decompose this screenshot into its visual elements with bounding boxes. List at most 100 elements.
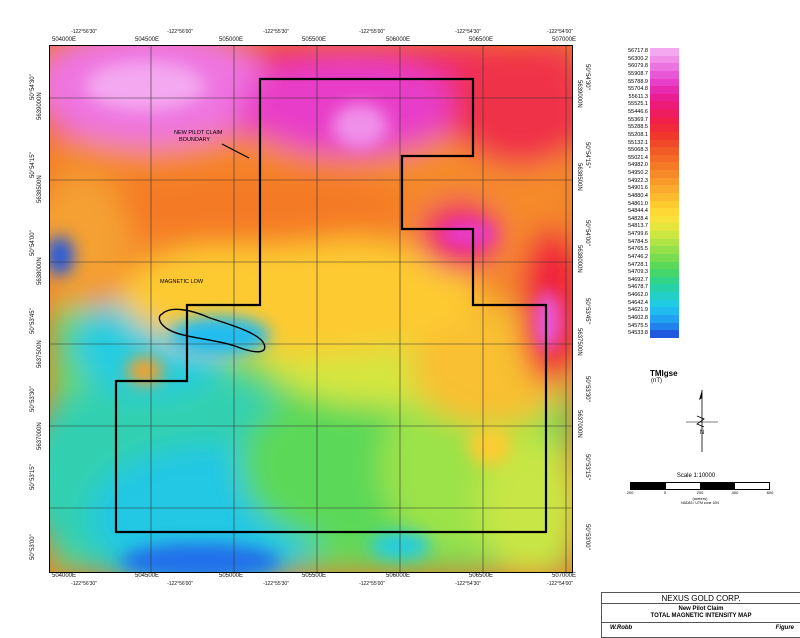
legend-swatch <box>650 63 679 71</box>
legend-label: 55704.8 <box>628 86 648 93</box>
legend-label: 54922.3 <box>628 177 648 184</box>
longitude-label: -122°54'00" <box>547 29 573 35</box>
legend-label: 54642.4 <box>628 299 648 306</box>
legend-item: 54901.6 <box>619 185 679 193</box>
north-label: N <box>700 430 704 436</box>
legend-swatch <box>650 116 679 125</box>
legend-label: 55068.3 <box>628 147 648 154</box>
legend-swatch <box>650 192 679 201</box>
legend-swatch <box>650 246 679 254</box>
legend-label: 54602.8 <box>628 314 648 321</box>
easting-label: 506500E <box>468 37 494 43</box>
legend-item: 54982.0 <box>619 162 679 170</box>
legend-label: 54982.0 <box>628 162 648 169</box>
latitude-label: 50°53'00" <box>30 534 36 560</box>
map-title: TOTAL MAGNETIC INTENSITY MAP <box>650 613 752 619</box>
northing-label: 5637500N <box>37 340 43 368</box>
north-arrow-icon: N <box>682 386 722 456</box>
latitude-label: 50°54'00" <box>30 230 36 256</box>
legend-label: 55446.6 <box>628 109 648 115</box>
legend-label: 54828.4 <box>628 215 648 222</box>
legend-label: 54533.8 <box>628 330 648 337</box>
legend-label: 54621.9 <box>628 307 648 314</box>
latitude-label: 50°54'30" <box>30 74 36 100</box>
longitude-label: -122°55'00" <box>359 29 385 35</box>
northing-label: 5639000N <box>37 92 43 120</box>
easting-label: 504000E <box>51 573 77 579</box>
legend-item: 56717.8 <box>619 48 679 56</box>
legend-title: TMIgse <box>650 369 678 378</box>
legend-label: 54709.3 <box>628 269 648 276</box>
legend-label: 55288.5 <box>628 124 648 131</box>
scale-datum: NAD83 / UTM zone 10N <box>681 501 719 505</box>
legend-label: 54950.2 <box>628 170 648 176</box>
legend-label: 56079.8 <box>628 63 648 70</box>
legend-swatch <box>650 238 679 247</box>
legend-swatch <box>650 208 679 216</box>
legend-item: 55525.1 <box>619 101 679 109</box>
legend-swatch <box>650 253 679 262</box>
legend-label: 56717.8 <box>628 48 648 54</box>
legend-swatch <box>650 78 679 87</box>
legend-label: 54813.7 <box>628 223 648 230</box>
scale-bar: Scale 1:10000 200 0 200 400 600 (meters) NAD… <box>626 473 774 505</box>
legend-item: 54692.7 <box>619 276 679 285</box>
project-name: New Pilot Claim <box>678 606 724 612</box>
legend-swatch <box>650 215 679 224</box>
legend-swatch <box>650 200 679 209</box>
legend-swatch <box>650 185 679 193</box>
northing-label: 5639000N <box>576 80 582 108</box>
legend-item: 55908.7 <box>619 70 679 79</box>
legend-label: 54678.7 <box>628 284 648 291</box>
author: W.Robb <box>610 625 633 631</box>
longitude-label: -122°54'00" <box>547 581 573 587</box>
legend-swatch <box>650 131 679 140</box>
magnetic-intensity-map[interactable]: NEW PILOT CLAIM BOUNDARY MAGNETIC LOW <box>49 45 573 573</box>
longitude-label: -122°55'00" <box>359 581 385 587</box>
legend-label: 54799.6 <box>628 231 648 237</box>
legend-item: 56300.2 <box>619 55 679 64</box>
legend-item: 54861.0 <box>619 200 679 209</box>
legend-swatch <box>650 299 679 308</box>
legend-label: 55611.3 <box>628 93 648 100</box>
latitude-label: 50°53'15" <box>584 454 590 480</box>
legend-item: 54813.7 <box>619 223 679 231</box>
latitude-label: 50°54'15" <box>584 142 590 168</box>
legend-label: 55132.1 <box>628 139 648 146</box>
scale-tick-label: 200 <box>696 490 704 495</box>
easting-label: 505500E <box>301 37 327 43</box>
longitude-label: -122°54'30" <box>455 581 481 587</box>
longitude-label: -122°56'30" <box>71 581 97 587</box>
easting-label: 504000E <box>51 37 77 43</box>
legend-swatch <box>650 147 679 155</box>
legend-item: 55132.1 <box>619 139 679 148</box>
longitude-label: -122°55'30" <box>263 29 289 35</box>
easting-label: 505000E <box>218 573 244 579</box>
scale-tick-label: 200 <box>626 490 634 495</box>
latitude-label: 50°53'30" <box>584 376 590 402</box>
legend-item: 54950.2 <box>619 170 679 178</box>
legend-swatch <box>650 86 679 94</box>
easting-label: 507000E <box>551 573 577 579</box>
legend-swatch <box>650 223 679 231</box>
legend-label: 54880.4 <box>628 192 648 199</box>
legend-label: 55021.4 <box>628 154 648 161</box>
legend-swatch <box>650 139 679 148</box>
legend-item: 54621.9 <box>619 307 679 315</box>
legend-swatch <box>650 124 679 132</box>
northing-label: 5638500N <box>37 175 43 203</box>
latitude-label: 50°54'15" <box>30 152 36 178</box>
legend-item: 55611.3 <box>619 93 679 102</box>
legend-label: 54844.4 <box>628 208 648 215</box>
annotation-claim-line2: BOUNDARY <box>179 137 210 143</box>
legend-item: 54728.1 <box>619 261 679 270</box>
legend-swatch <box>650 314 679 323</box>
legend-swatch <box>650 93 679 102</box>
northing-label: 5638000N <box>576 245 582 273</box>
legend-swatch <box>650 48 679 56</box>
scale-tick-label: 0 <box>663 490 667 495</box>
legend-swatch <box>650 269 679 277</box>
legend-label: 55908.7 <box>628 70 648 77</box>
annotation-claim-line1: NEW PILOT CLAIM <box>174 130 223 136</box>
easting-label: 506500E <box>468 573 494 579</box>
